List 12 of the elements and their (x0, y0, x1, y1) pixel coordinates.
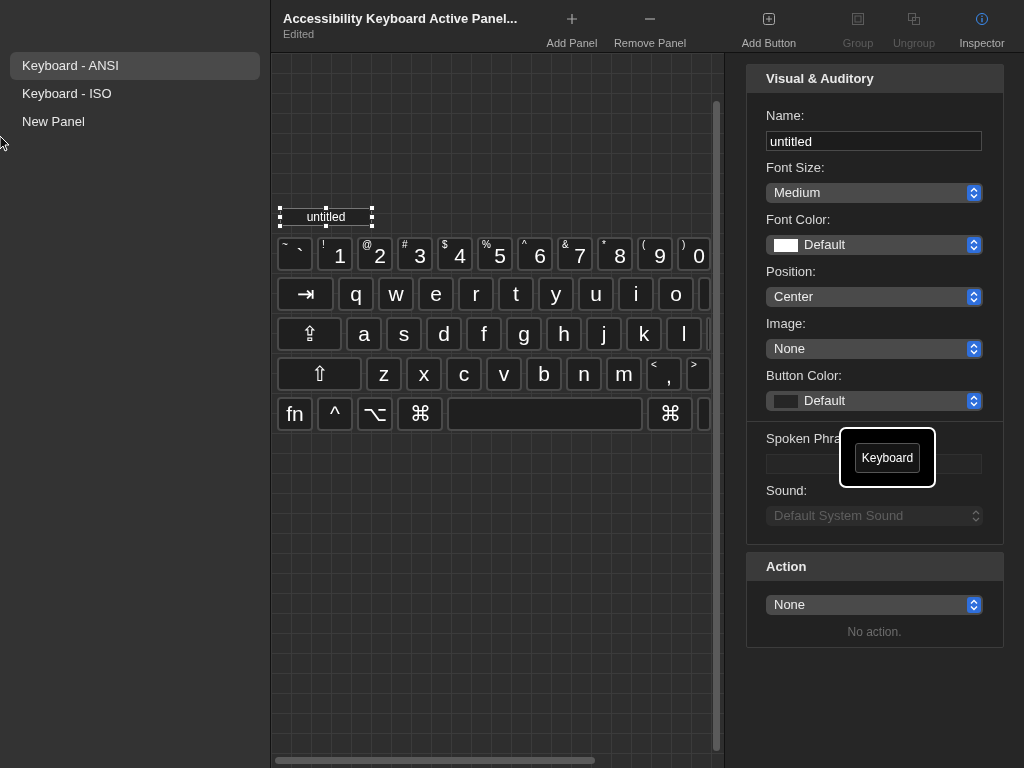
field-label: Image: (766, 315, 806, 333)
document-title: Accessibility Keyboard Active Panel... (283, 11, 519, 27)
section-header: Visual & Auditory (747, 65, 1003, 93)
field-label: Font Size: (766, 159, 825, 177)
field-label: Button Color: (766, 367, 842, 385)
field-label: Name: (766, 107, 805, 125)
field-label: Sound: (766, 482, 808, 500)
document-status: Edited (283, 27, 316, 41)
field-label: Position: (766, 263, 816, 281)
field-label: Font Color: (766, 211, 831, 229)
status-text: No action. (846, 624, 903, 641)
section-header: Action (747, 553, 1003, 581)
